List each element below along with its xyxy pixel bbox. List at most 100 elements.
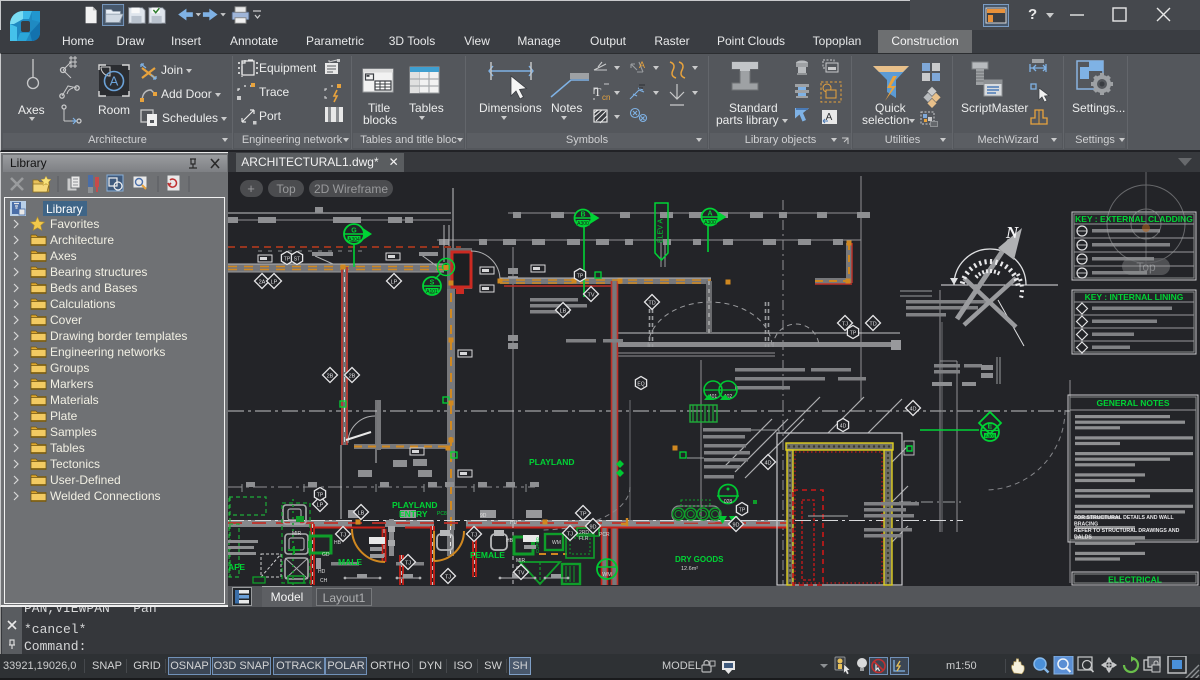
svg-text:PLAYLAND: PLAYLAND [529, 457, 575, 467]
svg-text:TP: TP [317, 493, 324, 499]
svg-text:LB: LB [358, 511, 365, 517]
svg-text:FEMALE: FEMALE [470, 550, 505, 560]
svg-text:4D: 4D [764, 461, 771, 467]
svg-text:Materials: Materials [50, 393, 99, 407]
svg-text:LP: LP [391, 280, 398, 286]
svg-text:Library: Library [46, 202, 83, 216]
svg-text:PCR: PCR [599, 532, 610, 538]
svg-text:MALE: MALE [338, 557, 362, 567]
svg-text:2A: 2A [259, 280, 266, 286]
svg-text:A: A [110, 74, 119, 89]
svg-text:BRACING: BRACING [1074, 522, 1098, 528]
svg-text:A304: A304 [348, 237, 360, 243]
svg-text:TP: TP [850, 331, 857, 337]
svg-text:PC8: PC8 [437, 511, 447, 517]
svg-text:Beds and Bases: Beds and Bases [50, 281, 137, 295]
svg-text:MIR: MIR [516, 558, 526, 564]
svg-text:Favorites: Favorites [50, 217, 99, 231]
svg-text:WM: WM [552, 540, 561, 546]
svg-text:TP: TP [579, 512, 586, 518]
svg-text:TV: TV [517, 571, 524, 577]
svg-text:A300: A300 [577, 221, 589, 227]
svg-text:N: N [1005, 223, 1019, 242]
svg-text:12.6m²: 12.6m² [681, 566, 698, 572]
svg-text:CUPBD: CUPBD [535, 536, 540, 553]
svg-text:TV: TV [587, 293, 594, 299]
svg-text:CH: CH [320, 578, 328, 584]
svg-text:TJ: TJ [842, 322, 848, 328]
svg-text:REFER TO STRUCTURAL DRAWINGS A: REFER TO STRUCTURAL DRAWINGS AND [1074, 528, 1180, 534]
svg-text:DALDS: DALDS [1074, 535, 1092, 541]
svg-text:ELEV A: ELEV A [658, 219, 665, 243]
svg-text:Axes: Axes [50, 249, 77, 263]
svg-text:KEY : INTERNAL LINING: KEY : INTERNAL LINING [1085, 292, 1184, 302]
svg-text:FLR: FLR [579, 536, 589, 542]
svg-text:Groups: Groups [50, 361, 89, 375]
svg-text:TP: TP [739, 508, 746, 514]
svg-text:Top: Top [1136, 260, 1156, 274]
svg-text:WM: WM [602, 572, 612, 578]
svg-text:TP: TP [577, 274, 584, 280]
svg-text:9D: 9D [589, 525, 596, 531]
svg-text:ENTRY: ENTRY [399, 509, 428, 519]
svg-text:Tables: Tables [50, 441, 85, 455]
svg-text:G: G [351, 228, 357, 235]
svg-text:B: B [580, 212, 585, 219]
svg-text:T: T [594, 85, 602, 99]
svg-text:FOR STRUCTURAL DETAILS AND WAL: FOR STRUCTURAL DETAILS AND WALL [1074, 515, 1174, 521]
svg-text:Calculations: Calculations [50, 297, 115, 311]
svg-text:LP: LP [317, 503, 324, 509]
svg-text:Cover: Cover [50, 313, 82, 327]
svg-text:AFE: AFE [228, 562, 245, 572]
svg-text:2B: 2B [349, 374, 356, 380]
svg-text:TJ: TJ [471, 533, 477, 539]
svg-text:GENERAL NOTES: GENERAL NOTES [1096, 398, 1169, 408]
svg-text:Plate: Plate [50, 409, 78, 423]
svg-text:A: A [707, 211, 712, 218]
svg-text:Welded Connections: Welded Connections [50, 489, 161, 503]
svg-text:TD: TD [869, 322, 876, 328]
svg-text:TJ: TJ [405, 561, 411, 567]
svg-text:ST: ST [294, 257, 300, 263]
svg-text:2B: 2B [327, 374, 334, 380]
svg-text:cn: cn [602, 93, 610, 102]
svg-text:TJ: TJ [567, 532, 573, 538]
svg-text:GD: GD [322, 552, 330, 558]
svg-text:MIR: MIR [292, 531, 302, 537]
svg-text:Markers: Markers [50, 377, 93, 391]
svg-text:HD: HD [510, 520, 518, 526]
svg-text:Architecture: Architecture [50, 233, 114, 247]
svg-text:4D: 4D [840, 424, 847, 430]
svg-text:9D: 9D [732, 523, 739, 529]
svg-text:4D: 4D [909, 407, 916, 413]
svg-text:E: E [988, 424, 993, 431]
svg-text:LP: LP [271, 280, 278, 286]
svg-text:A101: A101 [426, 289, 438, 295]
svg-text:A: A [639, 60, 645, 70]
svg-text:A300: A300 [704, 220, 716, 226]
svg-text:TD: TD [648, 301, 655, 307]
svg-text:Samples: Samples [50, 425, 97, 439]
svg-text:TJ: TJ [340, 533, 346, 539]
svg-text:+: + [247, 181, 255, 196]
svg-text:DRY GOODS: DRY GOODS [675, 555, 724, 564]
svg-text:Engineering networks: Engineering networks [50, 345, 165, 359]
svg-text:HB: HB [334, 540, 342, 546]
svg-text:User-Defined: User-Defined [50, 473, 121, 487]
svg-text:ELECTRICAL: ELECTRICAL [1108, 575, 1162, 585]
svg-text:LB: LB [560, 309, 567, 315]
svg-text:EQ: EQ [637, 382, 644, 388]
svg-text:A301: A301 [985, 434, 996, 439]
svg-text:S: S [430, 280, 435, 287]
svg-text:HD: HD [318, 569, 326, 575]
svg-text:HB: HB [506, 538, 514, 544]
svg-text:TP: TP [284, 257, 291, 263]
svg-text:028: 028 [724, 499, 733, 505]
svg-text:Bearing structures: Bearing structures [50, 265, 147, 279]
svg-text:Top: Top [276, 182, 296, 196]
svg-text:Tectonics: Tectonics [50, 457, 100, 471]
svg-text:9D: 9D [480, 513, 487, 519]
svg-text:TJ: TJ [445, 575, 451, 581]
svg-text:Drawing border templates: Drawing border templates [50, 329, 187, 343]
svg-text:2D Wireframe: 2D Wireframe [314, 182, 388, 196]
